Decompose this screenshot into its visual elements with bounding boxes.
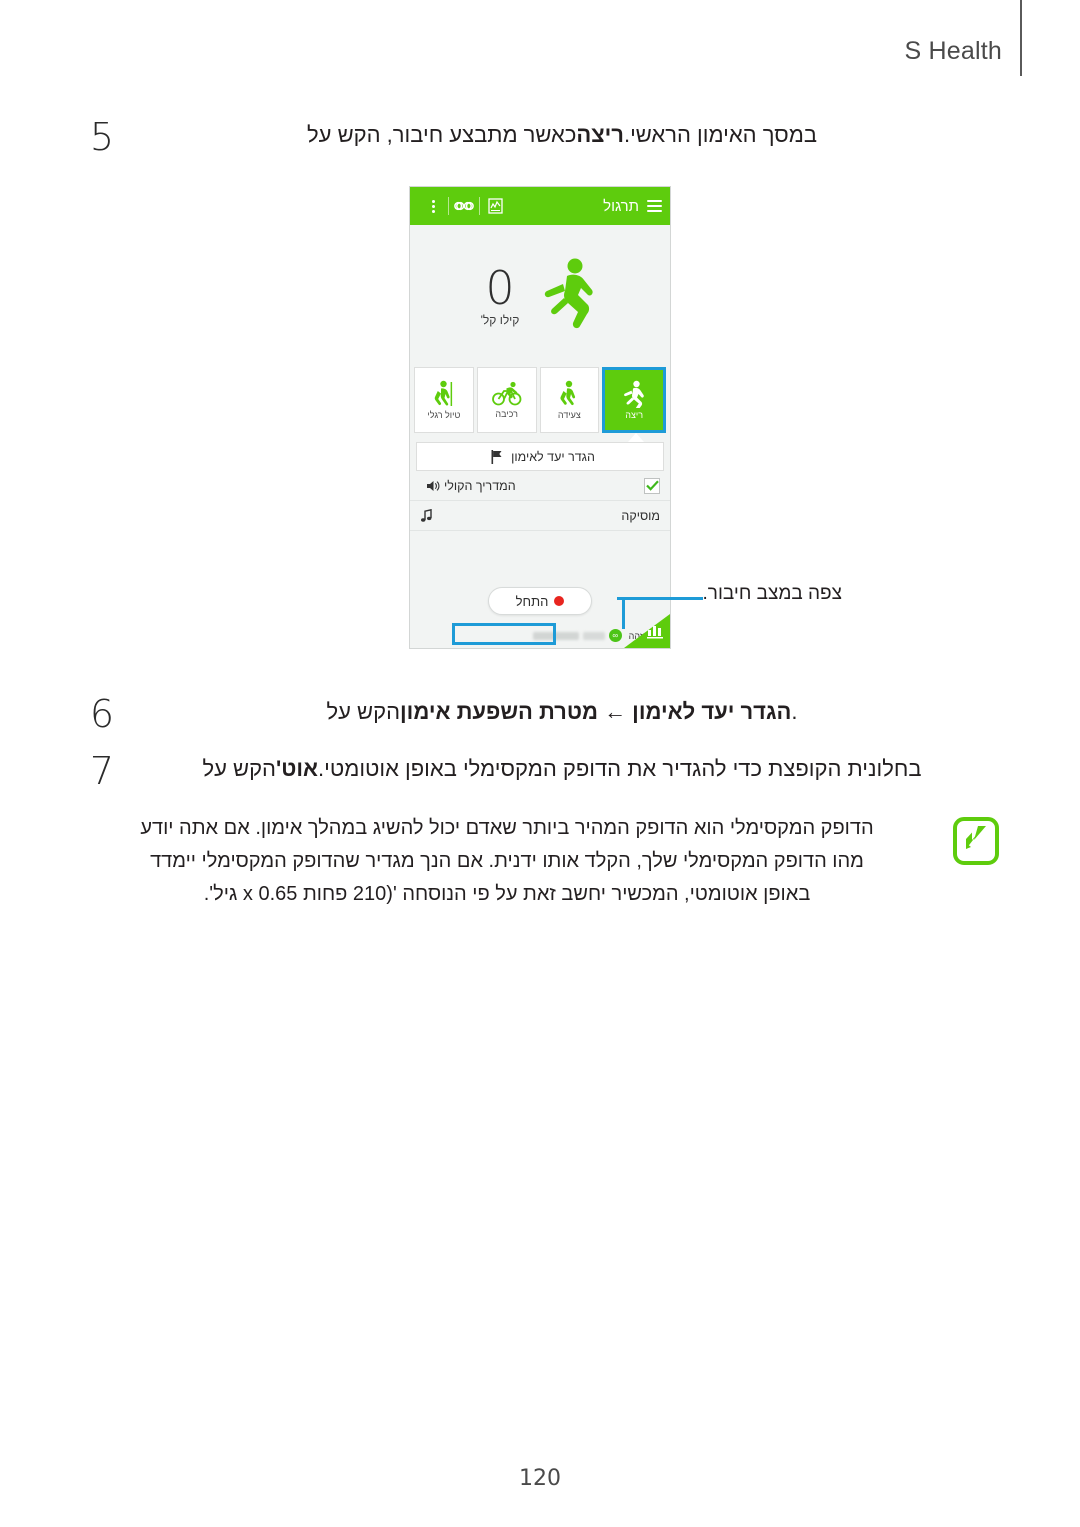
activity-tab-cycling[interactable]: רכיבה: [476, 367, 537, 433]
calorie-value: 0: [485, 261, 515, 315]
header-divider: [1020, 0, 1022, 76]
calorie-unit: קילו קל': [480, 313, 520, 327]
tab-caret: [410, 433, 670, 442]
step-6: .הגדר יעד לאימון ← מטרת השפעת אימוןהקש ע…: [80, 695, 1000, 733]
callout-text: צפה במצב חיבור.: [702, 583, 842, 604]
step-7: בחלונית הקופצת כדי להגדיר את הדופק המקסי…: [80, 752, 1000, 790]
record-dot-icon: [554, 596, 565, 606]
activity-tab-hiking-label: טיול רגלי: [427, 410, 461, 420]
chip-redacted-a: [582, 631, 605, 640]
activity-tab-cycling-label: רכיבה: [495, 409, 518, 419]
activity-tab-walking-label: צעידה: [557, 410, 581, 420]
app-title: תרגול: [603, 197, 639, 215]
chart-report-icon[interactable]: [480, 187, 510, 225]
music-note-icon: [420, 509, 433, 522]
step-7-text: בחלונית הקופצת כדי להגדיר את הדופק המקסי…: [202, 756, 922, 781]
bar-chart-icon: [646, 623, 664, 644]
hamburger-icon[interactable]: [647, 200, 662, 212]
connected-device-chip[interactable]: ∞: [530, 627, 622, 644]
activity-tab-running[interactable]: ריצה: [602, 367, 666, 433]
note-body: הדופק המקסימלי הוא הדופק המהיר ביותר שאד…: [80, 812, 934, 911]
connected-badge-icon: ∞: [608, 629, 622, 642]
note-line-2: מהו הדופק המקסימלי שלך, הקלד אותו ידנית.…: [150, 850, 864, 872]
row-set-workout-goal-label: הגדר יעד לאימון: [511, 449, 595, 464]
step-5-number: 5: [89, 115, 115, 159]
activity-tab-walking[interactable]: צעידה: [539, 367, 600, 433]
page-number: 120: [519, 1466, 561, 1491]
activity-tabs: ריצה צעידה רכיבה טיול רגלי: [410, 367, 670, 433]
step-6-number: 6: [89, 692, 115, 736]
overflow-menu-icon[interactable]: [418, 187, 448, 225]
step-7-number: 7: [89, 749, 115, 793]
note-pencil-icon: [948, 812, 1000, 871]
page-title: S Health: [904, 37, 1002, 65]
voice-guide-checkbox[interactable]: [644, 477, 660, 494]
note-block: הדופק המקסימלי הוא הדופק המהיר ביותר שאד…: [80, 812, 1000, 911]
row-voice-guide[interactable]: המדריך הקולי: [410, 471, 670, 501]
running-figure-icon: [537, 257, 599, 336]
callout-leader-elbow: [622, 597, 625, 629]
row-music[interactable]: מוסיקה: [410, 501, 670, 531]
hero-panel: 0 קילו קל': [410, 225, 670, 367]
chip-redacted-b: [532, 631, 579, 640]
page-header: S Health: [0, 0, 1080, 82]
step-6-text: .הגדר יעד לאימון ← מטרת השפעת אימוןהקש ע…: [326, 699, 798, 724]
step-5-text: במסך האימון הראשי.ריצהכאשר מתבצע חיבור, …: [307, 122, 817, 147]
callout-connection-status: צפה במצב חיבור.: [703, 583, 842, 605]
row-music-label: מוסיקה: [621, 508, 660, 523]
activity-tab-running-label: ריצה: [625, 410, 644, 420]
start-button-label: התחל: [515, 593, 549, 609]
step-5: במסך האימון הראשי.ריצהכאשר מתבצע חיבור, …: [80, 118, 1000, 156]
row-set-workout-goal[interactable]: הגדר יעד לאימון: [416, 442, 664, 471]
callout-leader-line: [617, 597, 703, 600]
phone-bottom-area: התחל מזהה ∞: [410, 560, 670, 648]
activity-tab-hiking[interactable]: טיול רגלי: [414, 367, 474, 433]
speaker-icon: [426, 480, 440, 492]
calorie-readout: 0 קילו קל': [481, 265, 520, 327]
start-button[interactable]: התחל: [488, 587, 592, 615]
note-line-1: הדופק המקסימלי הוא הדופק המהיר ביותר שאד…: [140, 817, 874, 839]
flag-icon: [491, 449, 503, 464]
note-line-3: באופן אוטומטי, המכשיר יחשב זאת על פי הנו…: [203, 883, 811, 905]
phone-screenshot: תרגול 0 קילו קל' ריצה צעידה רכיבה טיול ר…: [409, 186, 671, 649]
link-icon[interactable]: [449, 187, 479, 225]
app-top-bar: תרגול: [410, 187, 670, 225]
row-voice-guide-label: המדריך הקולי: [444, 478, 516, 493]
